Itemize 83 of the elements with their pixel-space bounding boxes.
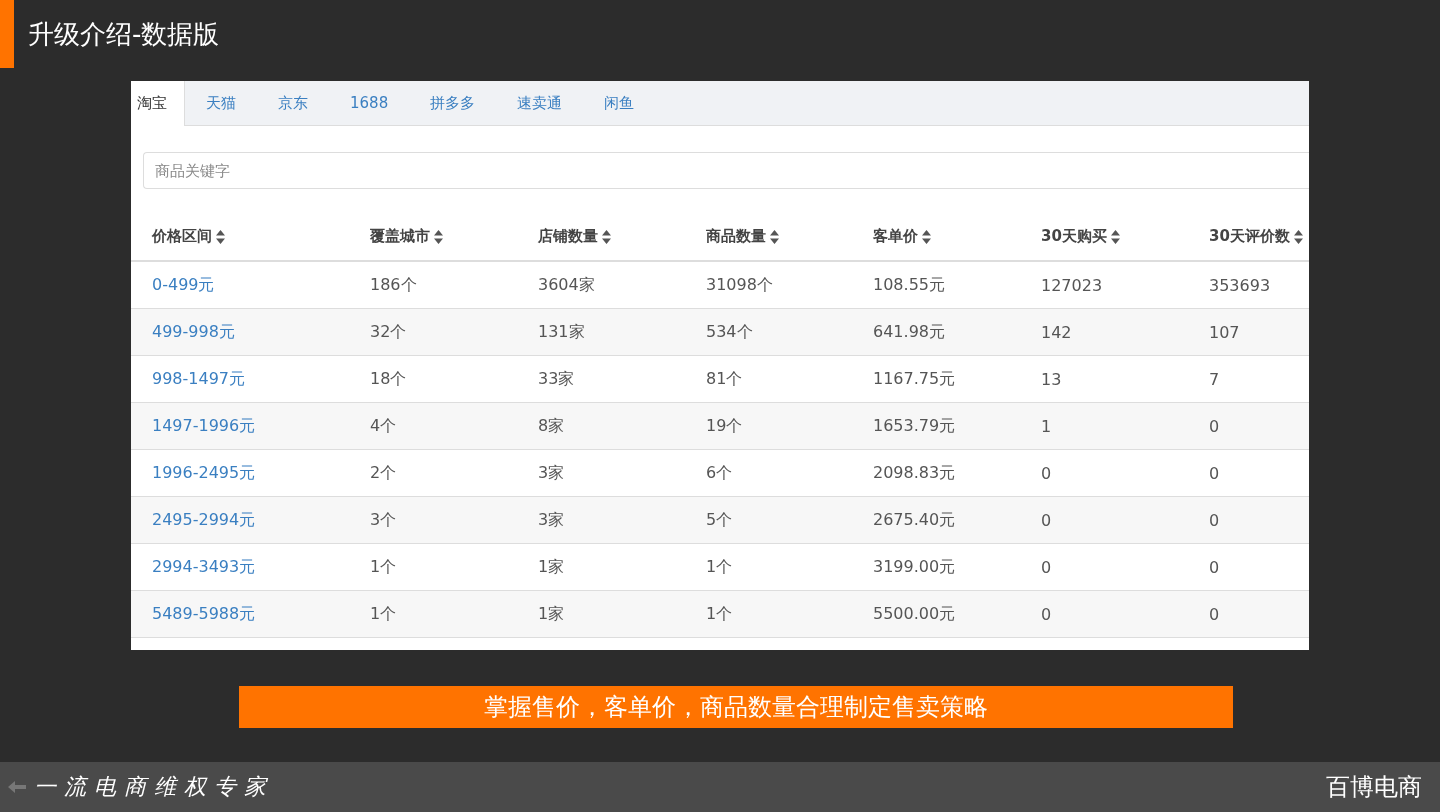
table-cell: 108.55元 (873, 274, 945, 294)
table-cell: 3199.00元 (873, 556, 956, 576)
price-range-link[interactable]: 2495-2994元 (152, 509, 256, 529)
column-header[interactable]: 覆盖城市 (370, 227, 430, 246)
table-cell: 142 (1041, 322, 1072, 342)
table-cell: 81个 (706, 368, 743, 388)
table-cell: 6个 (706, 462, 733, 482)
table-cell: 8家 (538, 415, 565, 435)
table-cell: 3604家 (538, 274, 595, 294)
platform-tab[interactable]: 闲鱼 (583, 81, 656, 125)
table-cell: 5个 (706, 509, 733, 529)
sort-icon[interactable] (1110, 229, 1120, 244)
price-range-link[interactable]: 499-998元 (152, 321, 235, 341)
sort-icon[interactable] (216, 229, 225, 244)
table-cell: 2675.40元 (873, 509, 956, 529)
table-cell: 1167.75元 (873, 368, 956, 388)
table-cell: 1家 (538, 556, 565, 576)
sort-icon[interactable] (602, 229, 611, 244)
table-cell: 3个 (370, 509, 397, 529)
price-range-link[interactable]: 998-1497元 (152, 368, 246, 388)
sort-icon[interactable] (434, 229, 443, 244)
table-cell: 3家 (538, 509, 565, 529)
table-cell: 3家 (538, 462, 565, 482)
caption-banner: 掌握售价，客单价，商品数量合理制定售卖策略 (239, 686, 1233, 729)
table-cell: 7 (1209, 369, 1220, 389)
sort-icon[interactable] (770, 229, 779, 244)
table-cell: 2个 (370, 462, 397, 482)
table-cell: 19个 (706, 415, 743, 435)
column-header[interactable]: 商品数量 (706, 227, 766, 246)
table-cell: 186个 (370, 274, 417, 294)
table-cell: 1个 (370, 556, 397, 576)
table-cell: 33家 (538, 368, 575, 388)
table-cell: 1 (1041, 416, 1052, 436)
table-cell: 0 (1041, 510, 1052, 530)
price-range-link[interactable]: 2994-3493元 (152, 556, 256, 576)
price-range-link[interactable]: 0-499元 (152, 274, 215, 294)
platform-tab[interactable]: 1688 (329, 81, 410, 125)
platform-tab[interactable]: 淘宝 (131, 81, 185, 126)
table-cell: 31098个 (706, 274, 773, 294)
table-cell: 127023 (1041, 275, 1103, 295)
platform-tab[interactable]: 速卖通 (496, 81, 584, 125)
table-cell: 0 (1209, 557, 1220, 577)
platform-tab[interactable]: 京东 (257, 81, 329, 125)
table-cell: 107 (1209, 322, 1240, 342)
sort-icon[interactable] (1293, 229, 1303, 244)
table-cell: 5500.00元 (873, 603, 956, 623)
table-cell: 1家 (538, 603, 565, 623)
table-cell: 32个 (370, 321, 407, 341)
column-header[interactable]: 店铺数量 (538, 227, 598, 246)
keyword-search-field[interactable]: 商品关键字 (143, 152, 1309, 189)
table-cell: 1653.79元 (873, 415, 956, 435)
footer-tagline: 一流电商维权专家 (34, 773, 274, 802)
table-cell: 1个 (706, 603, 733, 623)
slide-title: 升级介绍-数据版 (28, 17, 220, 51)
table-cell: 13 (1041, 369, 1062, 389)
column-header[interactable]: 客单价 (873, 227, 918, 246)
table-cell: 4个 (370, 415, 397, 435)
column-header[interactable]: 30天购买 (1041, 227, 1107, 246)
table-cell: 2098.83元 (873, 462, 956, 482)
table-cell: 0 (1209, 604, 1220, 624)
accent-bar (0, 0, 14, 68)
table-cell: 534个 (706, 321, 753, 341)
column-header[interactable]: 30天评价数 (1209, 227, 1290, 246)
table-cell: 0 (1209, 416, 1220, 436)
table-cell: 1个 (706, 556, 733, 576)
table-cell: 0 (1209, 510, 1220, 530)
table-cell: 0 (1041, 463, 1052, 483)
table-cell: 1个 (370, 603, 397, 623)
table-cell: 131家 (538, 321, 585, 341)
price-range-link[interactable]: 1497-1996元 (152, 415, 256, 435)
platform-tab[interactable]: 拼多多 (409, 81, 497, 125)
price-range-link[interactable]: 5489-5988元 (152, 603, 256, 623)
sort-icon[interactable] (922, 229, 931, 244)
table-cell: 0 (1041, 557, 1052, 577)
column-header[interactable]: 价格区间 (152, 227, 212, 246)
table-cell: 0 (1209, 463, 1220, 483)
price-range-link[interactable]: 1996-2495元 (152, 462, 256, 482)
table-cell: 0 (1041, 604, 1052, 624)
table-cell: 641.98元 (873, 321, 945, 341)
table-cell: 353693 (1209, 275, 1271, 295)
platform-tab[interactable]: 天猫 (185, 81, 257, 125)
table-cell: 18个 (370, 368, 407, 388)
brand-name: 百博电商 (1326, 772, 1422, 804)
